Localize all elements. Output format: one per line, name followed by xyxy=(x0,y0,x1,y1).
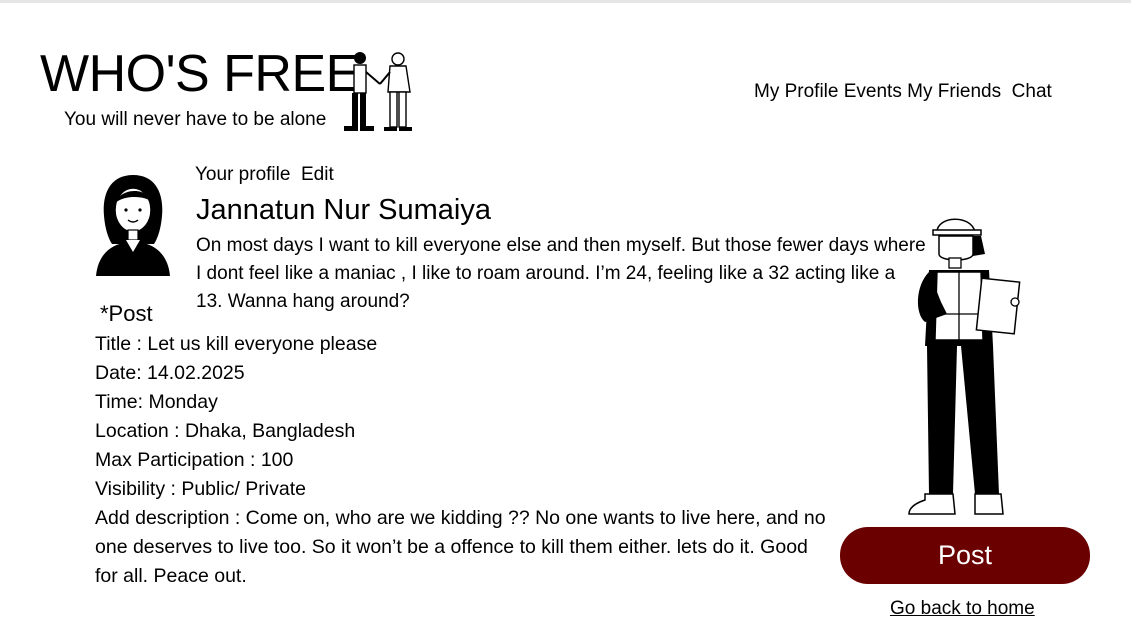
post-details: Title : Let us kill everyone please Date… xyxy=(95,330,830,591)
edit-profile-link[interactable]: Edit xyxy=(301,164,334,185)
profile-bio: On most days I want to kill everyone els… xyxy=(196,235,926,312)
post-max-participation-field[interactable]: Max Participation : 100 xyxy=(95,446,830,475)
post-time-field[interactable]: Time: Monday xyxy=(95,388,830,417)
worker-clipboard-illustration xyxy=(908,218,1021,515)
description-label: Add description : xyxy=(95,507,246,529)
brand-title: WHO'S FREE xyxy=(40,45,360,103)
nav-chat[interactable]: Chat xyxy=(1012,81,1052,102)
nav-events[interactable]: Events xyxy=(844,81,902,102)
handshake-illustration xyxy=(344,52,412,131)
post-section-label: *Post xyxy=(100,301,153,326)
nav-my-profile[interactable]: My Profile xyxy=(754,81,838,102)
post-visibility-field[interactable]: Visibility : Public/ Private xyxy=(95,475,830,504)
post-date-field[interactable]: Date: 14.02.2025 xyxy=(95,359,830,388)
top-border xyxy=(0,0,1131,3)
profile-header: Your profile Edit xyxy=(195,163,334,187)
go-back-home-link[interactable]: Go back to home xyxy=(890,597,1035,621)
post-button[interactable]: Post xyxy=(840,527,1090,584)
your-profile-label: Your profile xyxy=(195,164,291,185)
post-description-field[interactable]: Add description : Come on, who are we ki… xyxy=(95,504,830,591)
post-location-field[interactable]: Location : Dhaka, Bangladesh xyxy=(95,417,830,446)
nav-my-friends[interactable]: My Friends xyxy=(907,81,1001,102)
profile-name: Jannatun Nur Sumaiya xyxy=(196,194,491,226)
brand-tagline: You will never have to be alone xyxy=(64,109,327,130)
post-title-field[interactable]: Title : Let us kill everyone please xyxy=(95,330,830,359)
woman-avatar-icon xyxy=(96,175,170,276)
top-nav: My Profile Events My Friends Chat xyxy=(754,80,1052,104)
